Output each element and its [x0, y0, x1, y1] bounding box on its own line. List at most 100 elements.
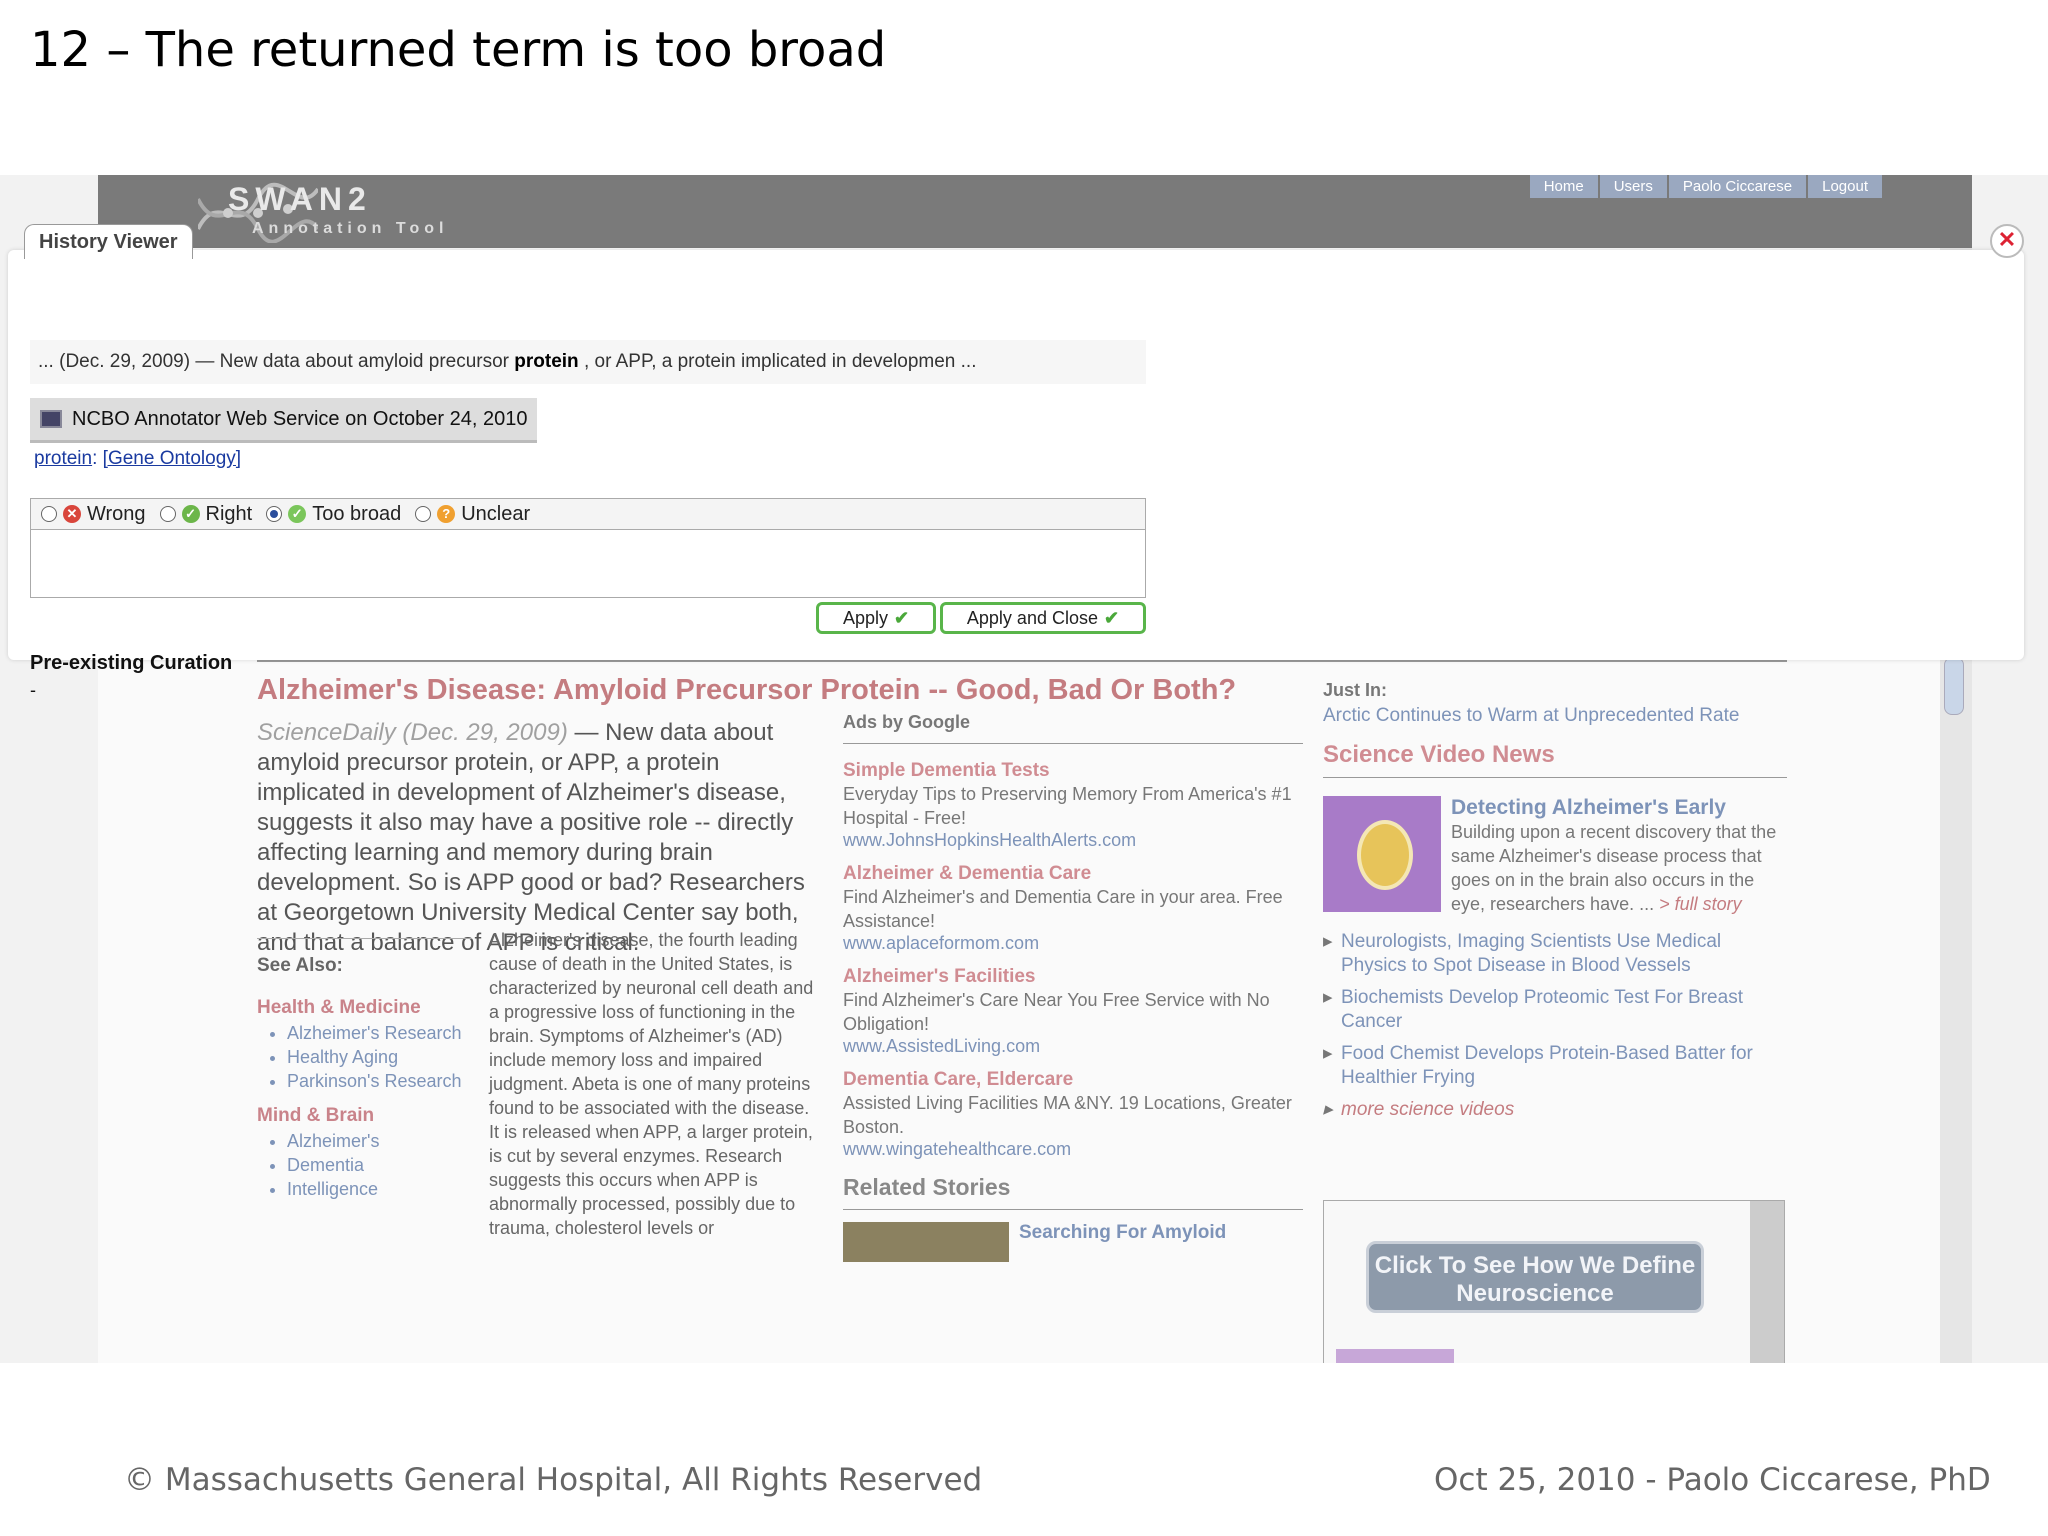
see-also: See Also: Health & Medicine Alzheimer's … — [257, 938, 477, 1201]
related-story[interactable]: Searching For Amyloid — [843, 1222, 1303, 1262]
footer-date-author: Oct 25, 2010 - Paolo Ciccarese, PhD — [1434, 1462, 1991, 1498]
ad-title[interactable]: Alzheimer & Dementia Care — [843, 863, 1303, 885]
article-body: Alzheimer's disease, the fourth leading … — [489, 930, 814, 1238]
choice-right[interactable]: ✓ Right — [159, 503, 252, 526]
comment-textarea[interactable] — [30, 530, 1146, 598]
ads-label: Ads by Google — [843, 712, 971, 732]
see-also-link[interactable]: Alzheimer's Research — [287, 1021, 477, 1045]
close-icon[interactable]: ✕ — [1990, 224, 2024, 258]
see-also-link[interactable]: Intelligence — [287, 1177, 477, 1201]
full-story-link[interactable]: > full story — [1659, 894, 1742, 914]
x-icon: ✕ — [63, 505, 81, 523]
ad-item[interactable]: Dementia Care, Eldercare Assisted Living… — [843, 1069, 1303, 1160]
curation-choices: ✕ Wrong ✓ Right ✓ Too broad ? Unclear — [30, 498, 1146, 530]
choice-unclear[interactable]: ? Unclear — [415, 503, 530, 526]
eye-thumbnail-icon[interactable] — [1323, 796, 1441, 912]
promo-scrollbar[interactable] — [1750, 1201, 1784, 1363]
related-story-thumbnail[interactable] — [843, 1222, 1009, 1262]
ads-column: Ads by Google Simple Dementia Tests Ever… — [843, 712, 1303, 1262]
apply-button[interactable]: Apply ✔ — [816, 602, 936, 634]
just-in-label: Just In: — [1323, 680, 1388, 700]
ad-title[interactable]: Dementia Care, Eldercare — [843, 1069, 1303, 1091]
video-news-heading: Science Video News — [1323, 741, 1555, 768]
monitor-icon — [40, 410, 62, 428]
snippet-term: protein — [514, 351, 579, 372]
app-logo-title: SWAN2 — [228, 181, 372, 217]
ad-desc: Find Alzheimer's and Dementia Care in yo… — [843, 887, 1283, 931]
check-icon: ✔ — [893, 607, 910, 628]
ad-item[interactable]: Simple Dementia Tests Everyday Tips to P… — [843, 760, 1303, 851]
divider — [843, 1209, 1303, 1210]
promo-button[interactable]: Click To See How We Define Neuroscience — [1366, 1241, 1704, 1313]
radio-right[interactable] — [159, 506, 176, 522]
radio-wrong[interactable] — [41, 506, 57, 522]
divider — [257, 938, 472, 939]
check-icon: ✔ — [1104, 607, 1120, 628]
promo-image — [1336, 1349, 1454, 1363]
choice-wrong[interactable]: ✕ Wrong — [41, 503, 146, 526]
featured-video-title[interactable]: Detecting Alzheimer's Early — [1451, 796, 1787, 820]
see-also-label: See Also: — [257, 955, 343, 976]
radio-too-broad[interactable] — [266, 506, 283, 522]
divider — [843, 743, 1303, 744]
preexisting-curation-label: Pre-existing Curation — [30, 652, 233, 674]
ad-item[interactable]: Alzheimer's Facilities Find Alzheimer's … — [843, 966, 1303, 1057]
nav-users[interactable]: Users — [1599, 175, 1669, 198]
term-link[interactable]: protein — [34, 448, 92, 469]
slide-title: 12 – The returned term is too broad — [30, 22, 887, 78]
see-also-category[interactable]: Health & Medicine — [257, 997, 477, 1019]
see-also-link[interactable]: Parkinson's Research — [287, 1069, 477, 1093]
article: Alzheimer's Disease: Amyloid Precursor P… — [257, 660, 1787, 1363]
sidebar: Just In: Arctic Continues to Warm at Unp… — [1323, 680, 1787, 1363]
article-headline[interactable]: Alzheimer's Disease: Amyloid Precursor P… — [257, 674, 1236, 707]
featured-video-desc: Building upon a recent discovery that th… — [1451, 822, 1777, 914]
source-label: NCBO Annotator Web Service on October 24… — [72, 407, 528, 430]
nav-user-name[interactable]: Paolo Ciccarese — [1668, 175, 1809, 198]
annotation-source: NCBO Annotator Web Service on October 24… — [30, 398, 538, 443]
video-link[interactable]: Food Chemist Develops Protein-Based Batt… — [1323, 1042, 1787, 1090]
video-link[interactable]: Biochemists Develop Proteomic Test For B… — [1323, 986, 1787, 1034]
ad-desc: Everyday Tips to Preserving Memory From … — [843, 784, 1292, 828]
check-icon: ✓ — [181, 505, 200, 523]
article-lead-text: — New data about amyloid precursor prote… — [257, 719, 805, 956]
radio-unclear[interactable] — [415, 506, 432, 522]
nav-logout[interactable]: Logout — [1808, 175, 1884, 198]
ad-title[interactable]: Simple Dementia Tests — [843, 760, 1303, 782]
see-also-link[interactable]: Healthy Aging — [287, 1045, 477, 1069]
ad-item[interactable]: Alzheimer & Dementia Care Find Alzheimer… — [843, 863, 1303, 954]
video-list: Neurologists, Imaging Scientists Use Med… — [1323, 930, 1787, 1122]
more-videos-link[interactable]: more science videos — [1323, 1098, 1787, 1122]
video-link[interactable]: Neurologists, Imaging Scientists Use Med… — [1323, 930, 1787, 978]
related-stories-heading: Related Stories — [843, 1174, 1011, 1200]
ad-desc: Assisted Living Facilities MA &NY. 19 Lo… — [843, 1093, 1292, 1137]
nav-home[interactable]: Home — [1529, 175, 1600, 198]
app-logo-subtitle: Annotation Tool — [252, 220, 449, 237]
ad-desc: Find Alzheimer's Care Near You Free Serv… — [843, 990, 1270, 1034]
article-lead: ScienceDaily (Dec. 29, 2009) — New data … — [257, 718, 827, 958]
ontology-link[interactable]: [Gene Ontology] — [103, 448, 241, 469]
ad-title[interactable]: Alzheimer's Facilities — [843, 966, 1303, 988]
annotation-snippet: ... (Dec. 29, 2009) — New data about amy… — [30, 340, 1146, 384]
history-viewer-tab[interactable]: History Viewer — [24, 224, 193, 259]
see-also-link[interactable]: Alzheimer's — [287, 1129, 477, 1153]
see-also-list: Alzheimer's Research Healthy Aging Parki… — [257, 1021, 477, 1093]
top-nav: Home Users Paolo Ciccarese Logout — [1529, 175, 1884, 198]
see-also-category[interactable]: Mind & Brain — [257, 1105, 477, 1127]
see-also-link[interactable]: Dementia — [287, 1153, 477, 1177]
apply-and-close-button[interactable]: Apply and Close ✔ — [940, 602, 1146, 634]
divider — [257, 660, 1787, 662]
promo-box: Click To See How We Define Neuroscience — [1323, 1200, 1785, 1363]
related-story-title[interactable]: Searching For Amyloid — [1019, 1222, 1226, 1262]
screenshot-region: Home Users Paolo Ciccarese Logout SWAN2 … — [0, 175, 2048, 1363]
featured-video[interactable]: Detecting Alzheimer's Early Building upo… — [1323, 796, 1787, 916]
ad-url[interactable]: www.JohnsHopkinsHealthAlerts.com — [843, 830, 1303, 851]
ad-url[interactable]: www.wingatehealthcare.com — [843, 1139, 1303, 1160]
history-viewer-dialog: ... (Dec. 29, 2009) — New data about amy… — [8, 250, 2024, 700]
ad-url[interactable]: www.AssistedLiving.com — [843, 1036, 1303, 1057]
ad-url[interactable]: www.aplaceformom.com — [843, 933, 1303, 954]
scrollbar-thumb[interactable] — [1944, 657, 1964, 715]
see-also-list: Alzheimer's Dementia Intelligence — [257, 1129, 477, 1201]
just-in-link[interactable]: Arctic Continues to Warm at Unprecedente… — [1323, 705, 1787, 727]
choice-too-broad[interactable]: ✓ Too broad — [266, 503, 401, 526]
divider — [1323, 777, 1787, 778]
